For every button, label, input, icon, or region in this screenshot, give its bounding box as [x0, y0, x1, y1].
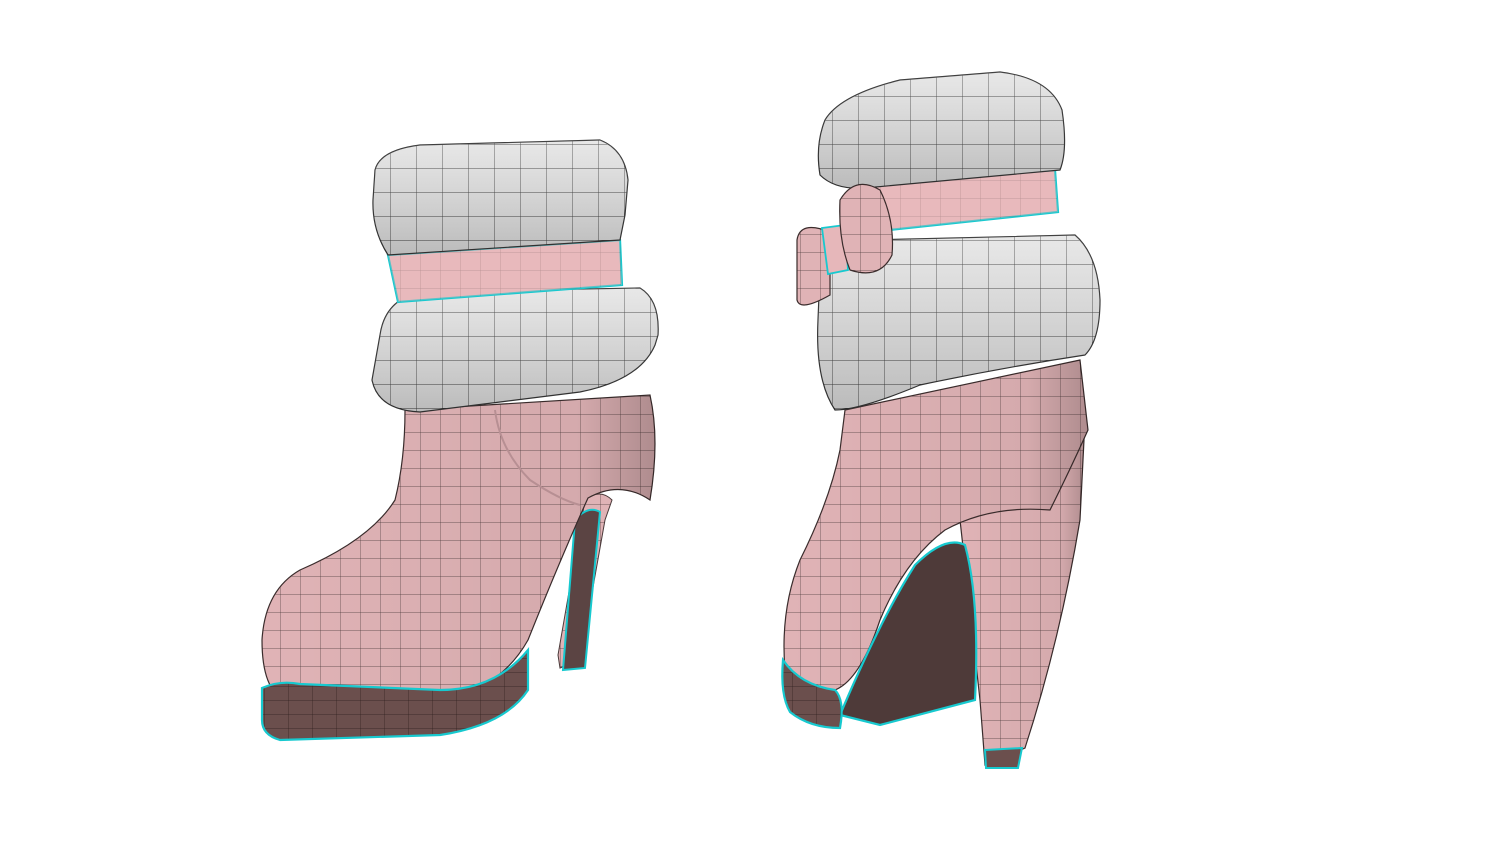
- left-boot: [260, 139, 659, 742]
- right-boot: [781, 71, 1101, 769]
- boots-render: [260, 71, 1101, 769]
- render-viewport: [0, 0, 1500, 843]
- right-boot-heel-tip: [983, 746, 1024, 769]
